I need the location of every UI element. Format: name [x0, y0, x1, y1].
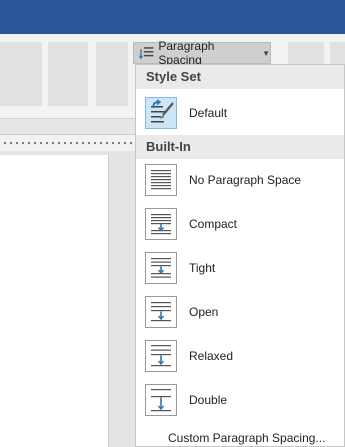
title-bar	[0, 0, 345, 34]
menu-item-no-paragraph-space[interactable]: No Paragraph Space	[136, 158, 344, 202]
menu-item-label: Default	[189, 106, 228, 120]
document-page[interactable]	[0, 155, 109, 447]
style-brush-icon	[151, 99, 174, 123]
menu-item-tight[interactable]: Tight	[136, 246, 344, 290]
ribbon-group	[330, 42, 345, 64]
ribbon-group	[48, 42, 88, 106]
open-spacing-icon	[151, 302, 171, 322]
double-spacing-icon	[151, 389, 171, 412]
style-set-header: Style Set	[136, 65, 344, 89]
menu-item-label: Compact	[189, 217, 238, 231]
double-thumb	[145, 384, 177, 416]
paragraph-spacing-dropdown: Style Set Default Built-In No Paragraph …	[135, 64, 345, 447]
tight-thumb	[145, 252, 177, 284]
custom-paragraph-spacing-link[interactable]: Custom Paragraph Spacing...	[168, 431, 325, 445]
relaxed-spacing-icon	[151, 345, 171, 367]
open-thumb	[145, 296, 177, 328]
menu-item-double[interactable]: Double	[136, 378, 344, 422]
ribbon-group	[288, 42, 324, 64]
ribbon-group	[0, 42, 42, 106]
no-space-lines-icon	[151, 170, 171, 190]
paragraph-spacing-label: Paragraph Spacing	[158, 39, 215, 67]
menu-item-label: Open	[189, 305, 219, 319]
ribbon-group	[96, 42, 128, 106]
compact-thumb	[145, 208, 177, 240]
menu-item-relaxed[interactable]: Relaxed	[136, 334, 344, 378]
menu-item-label: Relaxed	[189, 349, 234, 363]
default-style-thumb	[145, 97, 177, 129]
compact-spacing-icon	[151, 214, 171, 235]
menu-item-label: No Paragraph Space	[189, 173, 302, 187]
menu-item-label: Tight	[189, 261, 216, 275]
no-paragraph-space-thumb	[145, 164, 177, 196]
paragraph-spacing-button[interactable]: Paragraph Spacing ▼	[133, 39, 271, 67]
menu-item-open[interactable]: Open	[136, 290, 344, 334]
horizontal-ruler	[0, 134, 136, 152]
paragraph-spacing-icon	[139, 47, 154, 60]
tight-spacing-icon	[151, 258, 171, 278]
menu-item-compact[interactable]: Compact	[136, 202, 344, 246]
menu-item-default[interactable]: Default	[136, 91, 344, 135]
built-in-header: Built-In	[136, 135, 344, 159]
menu-item-label: Double	[189, 393, 228, 407]
relaxed-thumb	[145, 340, 177, 372]
chevron-down-icon: ▼	[262, 48, 270, 58]
ruler-ticks	[2, 142, 132, 144]
